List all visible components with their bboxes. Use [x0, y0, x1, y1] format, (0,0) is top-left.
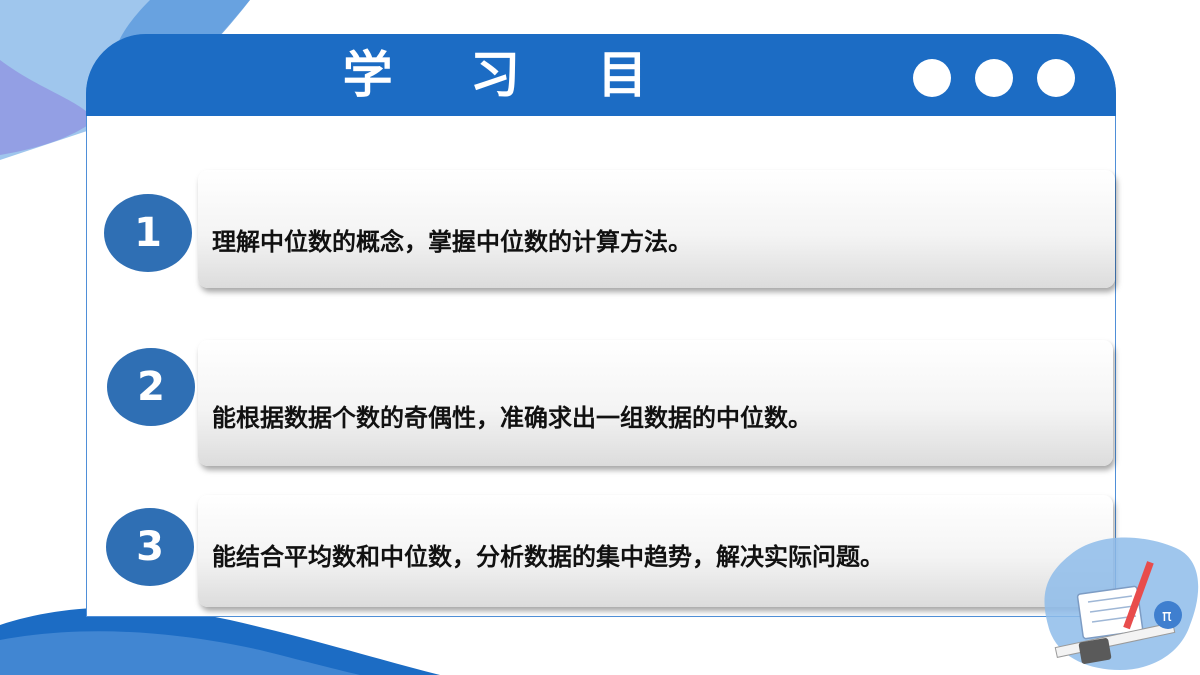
header-dot: [1037, 59, 1075, 97]
math-stationery-illustration: π: [1044, 537, 1199, 670]
pi-symbol: π: [1162, 606, 1172, 625]
objective-number-badge-2: 2: [107, 348, 195, 426]
objective-text-2: 能根据数据个数的奇偶性，准确求出一组数据的中位数。: [212, 404, 812, 432]
objective-number-badge-1: 1: [104, 194, 192, 272]
objective-card-2: 能根据数据个数的奇偶性，准确求出一组数据的中位数。: [198, 340, 1113, 466]
objective-text-1: 理解中位数的概念，掌握中位数的计算方法。: [212, 228, 692, 256]
objective-number-badge-3: 3: [106, 508, 194, 586]
slide: 学 习 目 标 理解中位数的概念，掌握中位数的计算方法。 能根据数据个数的奇偶性…: [0, 0, 1200, 675]
header-dot: [913, 59, 951, 97]
objective-card-1: 理解中位数的概念，掌握中位数的计算方法。: [198, 170, 1115, 288]
objective-card-3: 能结合平均数和中位数，分析数据的集中趋势，解决实际问题。: [198, 495, 1113, 607]
objective-text-3: 能结合平均数和中位数，分析数据的集中趋势，解决实际问题。: [212, 543, 884, 571]
header-dot: [975, 59, 1013, 97]
page-title: 学 习 目 标: [342, 46, 678, 174]
